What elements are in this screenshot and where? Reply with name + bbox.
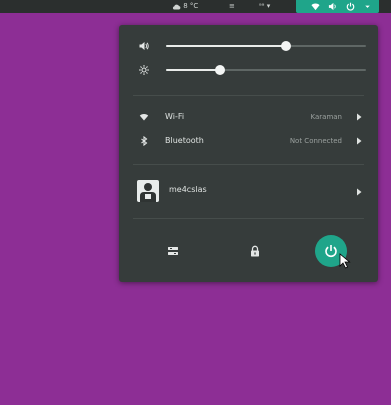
keyboard-layout-indicator[interactable]: ᵃᵃ ▾	[259, 1, 270, 12]
top-bar: 8 °C ≡ ᵃᵃ ▾	[0, 0, 391, 13]
user-avatar-icon	[140, 183, 156, 202]
settings-icon	[168, 247, 178, 255]
brightness-slider-handle[interactable]	[215, 65, 225, 75]
bluetooth-status: Not Connected	[289, 137, 342, 145]
settings-button[interactable]	[162, 240, 184, 262]
chevron-down-icon	[365, 5, 370, 8]
divider	[133, 218, 364, 219]
system-tray[interactable]	[296, 0, 379, 13]
volume-slider[interactable]	[166, 41, 366, 51]
volume-row	[119, 38, 378, 54]
brightness-slider-fill	[166, 69, 220, 71]
system-menu: Wi-Fi Karaman Bluetooth Not Connected me…	[119, 25, 378, 282]
chevron-right-icon	[357, 137, 362, 145]
wifi-icon	[311, 3, 320, 11]
weather-temperature: 8 °C	[183, 2, 199, 10]
user-name: me4cslas	[169, 185, 207, 194]
avatar	[137, 180, 159, 202]
chevron-right-icon	[357, 113, 362, 121]
brightness-row	[119, 62, 378, 78]
weather-indicator[interactable]: 8 °C	[172, 1, 198, 12]
bluetooth-row[interactable]: Bluetooth Not Connected	[119, 134, 378, 148]
wifi-network-name: Karaman	[310, 113, 342, 121]
volume-icon	[139, 42, 149, 50]
volume-slider-fill	[166, 45, 286, 47]
divider	[133, 164, 364, 165]
power-icon	[325, 245, 337, 258]
lock-button[interactable]	[244, 240, 266, 262]
volume-icon	[328, 2, 336, 11]
volume-slider-handle[interactable]	[281, 41, 291, 51]
brightness-slider[interactable]	[166, 65, 366, 75]
wifi-label: Wi-Fi	[165, 112, 185, 121]
divider	[133, 95, 364, 96]
wifi-icon	[139, 113, 149, 121]
mouse-pointer-icon	[339, 253, 351, 269]
bluetooth-icon	[141, 136, 148, 146]
brightness-icon	[139, 65, 149, 75]
wifi-row[interactable]: Wi-Fi Karaman	[119, 110, 378, 124]
lock-icon	[251, 245, 259, 257]
power-icon	[346, 2, 355, 11]
chevron-right-icon	[357, 188, 362, 196]
user-row[interactable]: me4cslas	[119, 180, 378, 204]
bluetooth-label: Bluetooth	[165, 136, 204, 145]
topbar-indicator[interactable]: ≡	[229, 1, 235, 12]
cloud-icon	[172, 4, 181, 9]
